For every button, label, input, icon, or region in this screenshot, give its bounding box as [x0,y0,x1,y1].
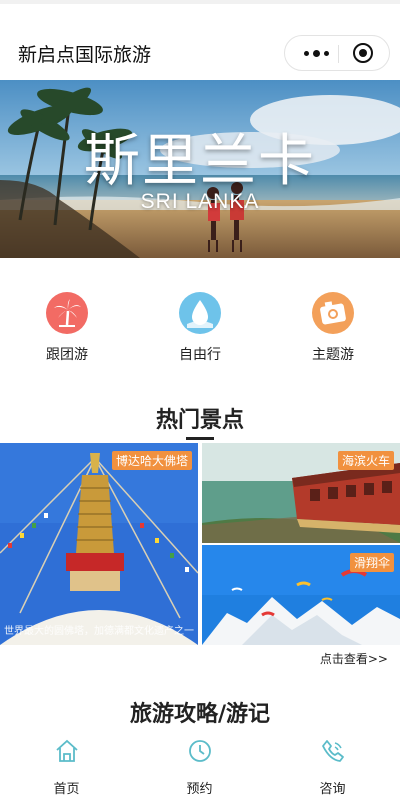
category-group-tour[interactable]: 跟团游 [17,292,117,364]
water-drop-icon [179,292,221,334]
clock-icon [189,740,211,762]
more-options-button[interactable] [295,36,337,70]
view-more-link[interactable]: 点击查看>> [320,650,388,667]
spot-tile-coastal-train[interactable]: 海滨火车 [202,443,400,543]
bottom-tab-bar: 首页 预约 咨询 [0,728,400,800]
tab-label: 预约 [186,782,213,797]
spot-tile-paragliding[interactable]: 滑翔伞 [202,545,400,645]
palm-tree-icon [46,292,88,334]
category-free-travel[interactable]: 自由行 [150,292,250,364]
app-title: 新启点国际旅游 [18,44,152,66]
top-nav-bar: 新启点国际旅游 [0,0,400,80]
banner-title: 斯里兰卡 [84,129,316,194]
stupa-image [0,443,198,645]
travel-guides-title: 旅游攻略/游记 [129,702,271,727]
hot-spots-title: 热门景点 [155,408,244,433]
camera-icon [312,292,354,334]
tab-label: 首页 [53,782,80,797]
spot-tag: 海滨火车 [337,451,394,470]
destination-banner[interactable]: 斯里兰卡 SRI LANKA [0,80,400,258]
more-dot-icon [312,49,320,57]
tab-label: 咨询 [319,782,346,797]
category-label: 主题游 [312,347,354,363]
spot-tag: 博达哈大佛塔 [111,451,192,470]
title-underline [186,437,214,440]
close-mini-program-button[interactable] [353,43,373,63]
home-icon [56,739,78,762]
category-theme-tour[interactable]: 主题游 [283,292,383,364]
capsule-divider [338,45,339,63]
tab-home[interactable]: 首页 [0,728,133,800]
tab-booking[interactable]: 预约 [133,728,266,800]
spot-tile-boudhanath-stupa[interactable]: 博达哈大佛塔 世界最大的圆佛塔，加德满都文化遗产之一 [0,443,198,645]
tab-consult[interactable]: 咨询 [266,728,399,800]
status-strip [0,0,400,4]
spot-tag: 滑翔伞 [349,553,394,572]
category-label: 自由行 [179,347,221,363]
category-label: 跟团游 [46,347,88,363]
mini-program-capsule [284,35,390,71]
spot-caption: 世界最大的圆佛塔，加德满都文化遗产之一 [4,626,194,637]
banner-subtitle: SRI LANKA [140,190,260,213]
more-dot-icon [323,50,329,56]
more-dot-icon [303,50,309,56]
phone-icon [322,740,344,762]
